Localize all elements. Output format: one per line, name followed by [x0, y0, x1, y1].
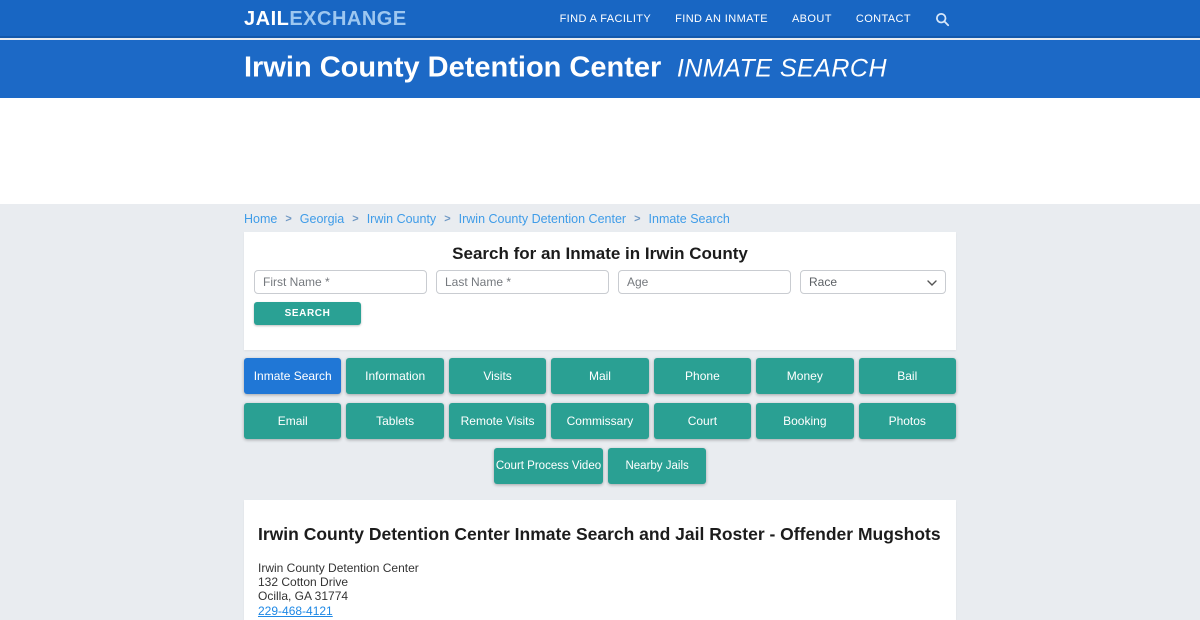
breadcrumb-inmate-search[interactable]: Inmate Search: [649, 212, 730, 226]
breadcrumb-detention-center[interactable]: Irwin County Detention Center: [459, 212, 626, 226]
breadcrumb-home[interactable]: Home: [244, 212, 277, 226]
inmate-search-card: Search for an Inmate in Irwin County Rac…: [244, 232, 956, 350]
chevron-right-icon: >: [634, 213, 640, 225]
first-name-field[interactable]: [254, 270, 427, 294]
quick-links: Inmate Search Information Visits Mail Ph…: [244, 358, 956, 493]
page-title: Irwin County Detention Center INMATE SEA…: [244, 51, 887, 84]
site-logo[interactable]: JAILEXCHANGE: [244, 8, 407, 31]
tab-phone[interactable]: Phone: [654, 358, 751, 394]
chevron-right-icon: >: [352, 213, 358, 225]
form-title: Search for an Inmate in Irwin County: [244, 244, 956, 264]
race-select-value: Race: [809, 275, 837, 289]
form-fields-row: Race: [254, 270, 946, 294]
facility-name-title: Irwin County Detention Center: [244, 51, 661, 83]
logo-part-jail: JAIL: [244, 8, 289, 30]
tab-photos[interactable]: Photos: [859, 403, 956, 439]
tab-court[interactable]: Court: [654, 403, 751, 439]
top-nav: FIND A FACILITY FIND AN INMATE ABOUT CON…: [560, 0, 950, 38]
facility-address: Irwin County Detention Center 132 Cotton…: [258, 561, 419, 618]
tab-visits[interactable]: Visits: [449, 358, 546, 394]
tab-booking[interactable]: Booking: [756, 403, 853, 439]
tab-tablets[interactable]: Tablets: [346, 403, 443, 439]
nav-find-a-facility[interactable]: FIND A FACILITY: [560, 13, 652, 25]
address-street: 132 Cotton Drive: [258, 575, 419, 589]
tab-nearby-jails[interactable]: Nearby Jails: [608, 448, 706, 484]
race-select[interactable]: Race: [800, 270, 946, 294]
inmate-search-subtitle: INMATE SEARCH: [669, 54, 887, 82]
logo-part-exchange: EXCHANGE: [289, 8, 406, 30]
tab-commissary[interactable]: Commissary: [551, 403, 648, 439]
nav-find-an-inmate[interactable]: FIND AN INMATE: [675, 13, 768, 25]
tab-row-2: Email Tablets Remote Visits Commissary C…: [244, 403, 956, 439]
chevron-down-icon: [927, 275, 937, 289]
tab-row-3: Court Process Video Nearby Jails: [244, 448, 956, 484]
tab-row-1: Inmate Search Information Visits Mail Ph…: [244, 358, 956, 394]
nav-contact[interactable]: CONTACT: [856, 13, 911, 25]
tab-email[interactable]: Email: [244, 403, 341, 439]
tab-information[interactable]: Information: [346, 358, 443, 394]
breadcrumb-georgia[interactable]: Georgia: [300, 212, 344, 226]
last-name-field[interactable]: [436, 270, 609, 294]
tab-court-process-video[interactable]: Court Process Video: [494, 448, 603, 484]
tab-mail[interactable]: Mail: [551, 358, 648, 394]
tab-money[interactable]: Money: [756, 358, 853, 394]
tab-remote-visits[interactable]: Remote Visits: [449, 403, 546, 439]
content-heading: Irwin County Detention Center Inmate Sea…: [258, 524, 941, 545]
upper-section: Home > Georgia > Irwin County > Irwin Co…: [0, 98, 1200, 204]
nav-about[interactable]: ABOUT: [792, 13, 832, 25]
address-name: Irwin County Detention Center: [258, 561, 419, 575]
tab-inmate-search[interactable]: Inmate Search: [244, 358, 341, 394]
search-icon[interactable]: [935, 12, 950, 27]
content-card: Irwin County Detention Center Inmate Sea…: [244, 500, 956, 620]
chevron-right-icon: >: [444, 213, 450, 225]
age-field[interactable]: [618, 270, 791, 294]
header-bar: JAILEXCHANGE FIND A FACILITY FIND AN INM…: [0, 0, 1200, 38]
phone-link[interactable]: 229-468-4121: [258, 604, 333, 618]
tab-bail[interactable]: Bail: [859, 358, 956, 394]
search-button[interactable]: SEARCH: [254, 302, 361, 325]
address-city: Ocilla, GA 31774: [258, 589, 419, 603]
breadcrumb: Home > Georgia > Irwin County > Irwin Co…: [244, 212, 730, 226]
breadcrumb-irwin-county[interactable]: Irwin County: [367, 212, 436, 226]
page-banner: Irwin County Detention Center INMATE SEA…: [0, 40, 1200, 98]
chevron-right-icon: >: [285, 213, 291, 225]
